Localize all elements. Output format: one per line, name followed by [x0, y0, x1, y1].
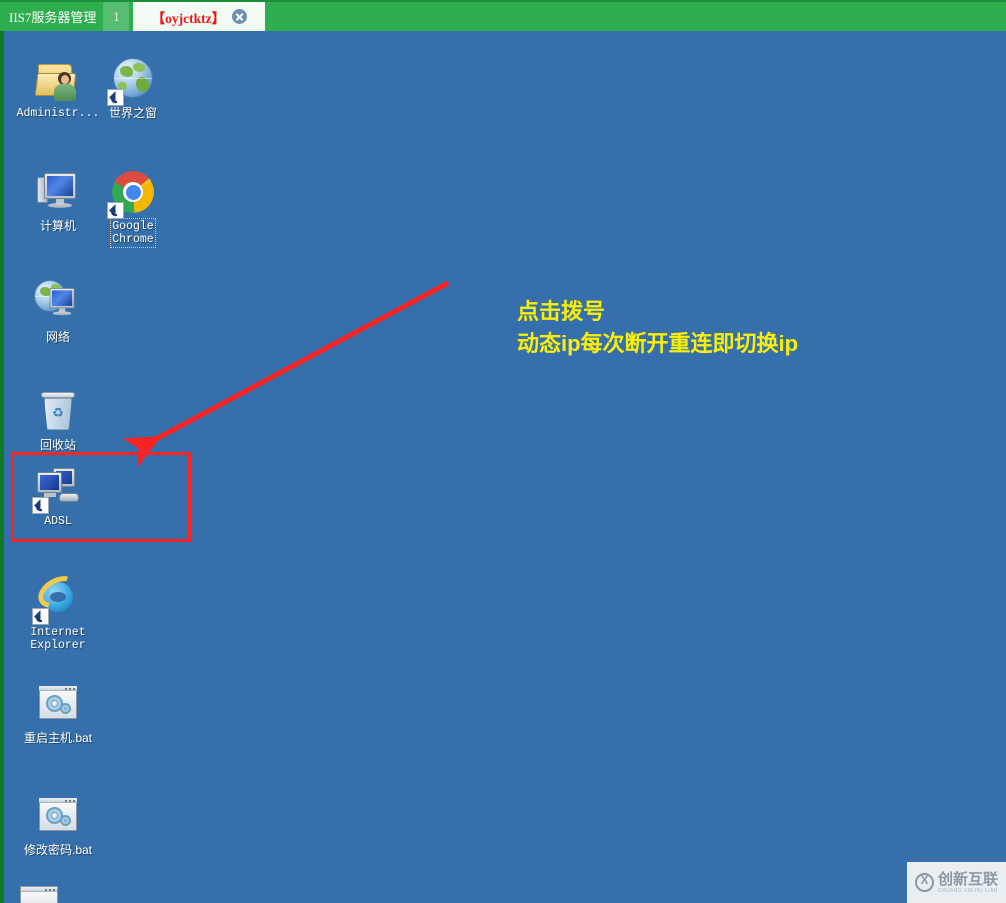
network-globe-icon — [34, 280, 82, 328]
desktop-icon-label: Internet Explorer — [30, 626, 86, 652]
desktop-icon-label: 修改密码.bat — [23, 843, 93, 857]
session-tab-label: 【oyjctktz】 — [151, 10, 226, 26]
computer-icon — [34, 169, 82, 217]
watermark-en-text: CHUANG XIN HU LIAN — [937, 887, 998, 894]
desktop-icon-recycle-bin[interactable]: ♻ 回收站 — [4, 388, 112, 452]
tab-count-badge[interactable]: 1 — [103, 2, 130, 31]
remote-desktop-canvas[interactable]: Administr... 世界之窗 计算机 Google Chrome 网络 ♻… — [0, 31, 1006, 903]
bat-file-icon-partial[interactable] — [20, 886, 58, 903]
close-circle-icon[interactable] — [232, 9, 248, 24]
bat-file-icon — [34, 793, 82, 841]
desktop-icon-label: 回收站 — [39, 438, 76, 452]
user-folder-icon — [34, 56, 82, 104]
watermark-cn-text: 创新互联 — [937, 870, 998, 888]
watermark-mark-icon — [914, 873, 934, 892]
annotation-text: 点击拨号 动态ip每次断开重连即切换ip — [517, 299, 799, 356]
desktop-icon-internet-explorer[interactable]: Internet Explorer — [4, 569, 112, 652]
desktop-icon-change-password-bat[interactable]: 修改密码.bat — [4, 793, 112, 857]
desktop-icon-network[interactable]: 网络 — [4, 280, 112, 344]
app-title: IIS7服务器管理 — [9, 10, 97, 25]
desktop-icon-label: 世界之窗 — [108, 106, 157, 120]
adsl-highlight-box — [11, 452, 191, 542]
window-title-bar: IIS7服务器管理 1 【oyjctktz】 — [0, 0, 1006, 31]
desktop-icon-restart-host-bat[interactable]: 重启主机.bat — [4, 681, 112, 745]
desktop-icon-label: Google Chrome — [110, 218, 156, 248]
session-tab[interactable]: 【oyjctktz】 — [133, 2, 266, 31]
desktop-icon-label: 重启主机.bat — [23, 731, 93, 745]
desktop-icon-google-chrome[interactable]: Google Chrome — [79, 169, 187, 248]
globe-browser-icon — [107, 56, 157, 106]
watermark-logo: 创新互联 CHUANG XIN HU LIAN — [907, 862, 1006, 903]
desktop-icon-shijiezhichuang[interactable]: 世界之窗 — [79, 56, 187, 120]
shortcut-arrow-icon — [107, 89, 124, 106]
desktop-icon-label: 计算机 — [39, 219, 76, 233]
desktop-icon-label: 网络 — [45, 330, 70, 344]
bat-file-icon — [34, 681, 82, 729]
internet-explorer-icon — [32, 569, 84, 625]
chrome-icon — [107, 169, 157, 219]
shortcut-arrow-icon — [32, 608, 49, 625]
recycle-bin-icon: ♻ — [34, 388, 82, 436]
shortcut-arrow-icon — [107, 202, 124, 219]
